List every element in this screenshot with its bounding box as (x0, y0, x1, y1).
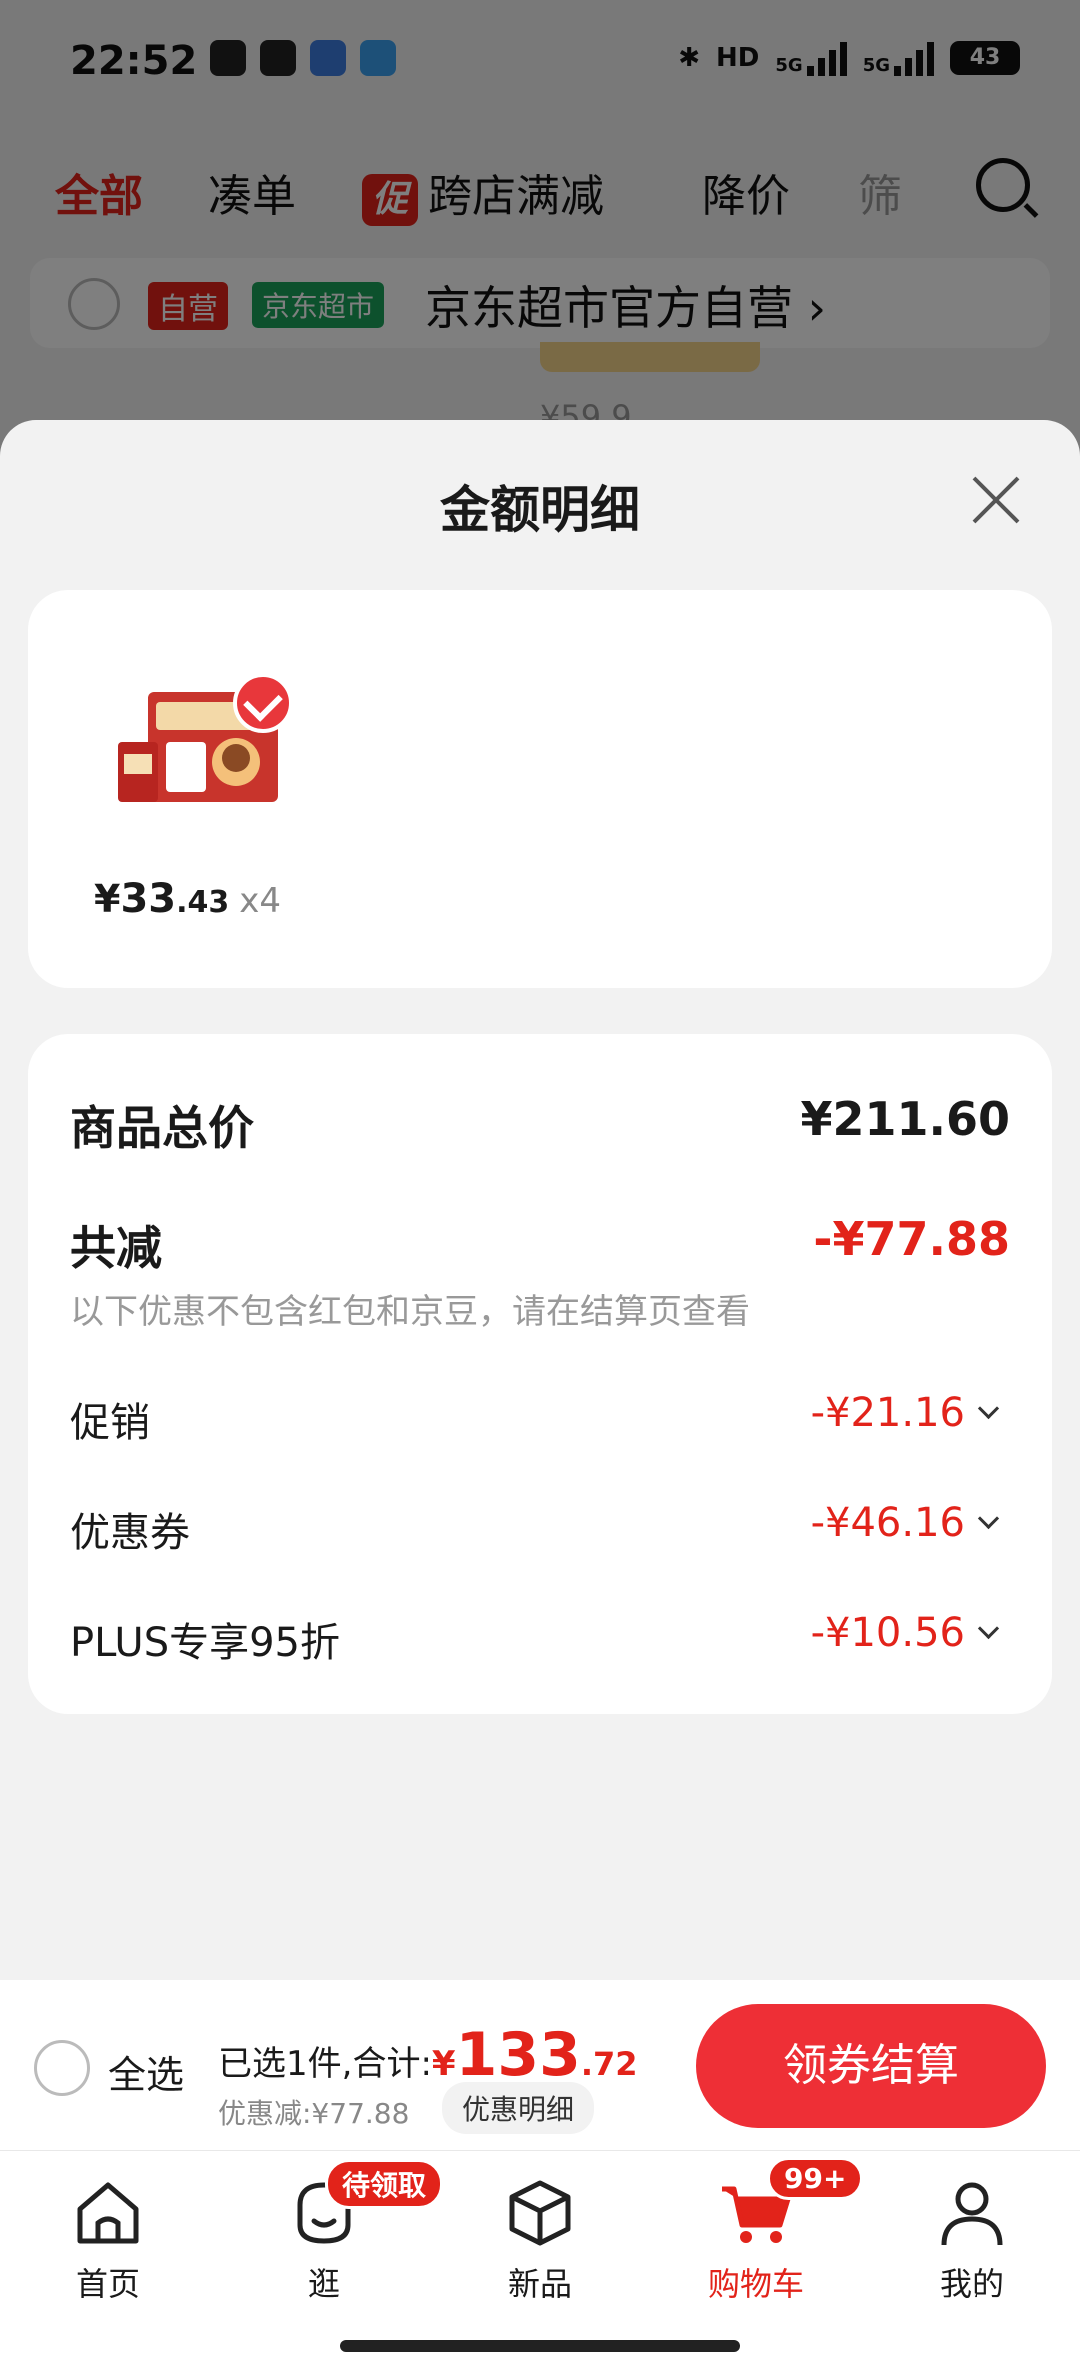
discount-note: 以下优惠不包含红包和京豆，请在结算页查看 (70, 1292, 750, 1332)
discount-value: -¥77.88 (813, 1212, 1010, 1266)
total-value: ¥211.60 (800, 1092, 1010, 1146)
watermark-url: zhizhizhi.com (893, 2346, 1056, 2374)
select-all-radio[interactable] (34, 2040, 90, 2096)
plus-discount-row[interactable]: PLUS专享95折 -¥10.56 (70, 1610, 1010, 1670)
user-icon (941, 2182, 1003, 2246)
promotion-label: 促销 (70, 1400, 150, 1446)
checkout-bar: 全选 已选1件,合计:¥133.72 优惠减:¥77.88 优惠明细 领券结算 (0, 1980, 1080, 2150)
promotion-value: -¥21.16 (810, 1390, 965, 1436)
item-price: ¥33.43 x4 (94, 876, 282, 922)
chevron-down-icon (977, 1397, 1000, 1420)
saved-amount: 优惠减:¥77.88 (218, 2097, 410, 2130)
plus-discount-value: -¥10.56 (810, 1610, 965, 1656)
home-indicator[interactable] (340, 2340, 740, 2352)
price-breakdown-card: 商品总价 ¥211.60 共减 -¥77.88 以下优惠不包含红包和京豆，请在结… (28, 1034, 1052, 1714)
checkout-button[interactable]: 领券结算 (696, 2004, 1046, 2128)
cube-icon (509, 2180, 571, 2246)
tab-cart[interactable]: 购物车 99+ (681, 2157, 864, 2305)
sheet-title: 金额明细 (440, 481, 640, 539)
discount-label: 共减 (70, 1221, 162, 1275)
tab-home[interactable]: 首页 (33, 2175, 183, 2305)
chevron-down-icon (977, 1617, 1000, 1640)
selected-check-icon (233, 673, 293, 733)
tab-browse[interactable]: 逛 待领取 (249, 2159, 444, 2305)
total-row: 商品总价 ¥211.60 (70, 1092, 1010, 1155)
chevron-down-icon (977, 1507, 1000, 1530)
coupon-value: -¥46.16 (810, 1500, 965, 1546)
plus-discount-label: PLUS专享95折 (70, 1620, 340, 1666)
discount-row: 共减 -¥77.88 (70, 1212, 1010, 1275)
coupon-row[interactable]: 优惠券 -¥46.16 (70, 1500, 1010, 1560)
amount-detail-sheet: 金额明细 ¥33.43 x4 商品总价 ¥211.60 共减 -¥77.88 以下… (0, 420, 1080, 1980)
coupon-label: 优惠券 (70, 1510, 190, 1556)
close-icon[interactable] (968, 472, 1024, 528)
tab-new[interactable]: 新品 (465, 2175, 615, 2305)
goods-card: ¥33.43 x4 (28, 590, 1052, 988)
select-all-label[interactable]: 全选 (108, 2044, 184, 2099)
home-icon (77, 2182, 139, 2244)
total-summary: 已选1件,合计:¥133.72 (218, 2020, 638, 2090)
watermark-logo: 值值值 (912, 2289, 1056, 2343)
item-quantity: x4 (239, 881, 282, 921)
total-label: 商品总价 (70, 1101, 254, 1155)
cart-count-badge: 99+ (767, 2157, 864, 2200)
discount-detail-button[interactable]: 优惠明细 (442, 2082, 595, 2134)
pending-claim-badge: 待领取 (325, 2159, 444, 2209)
promotion-row[interactable]: 促销 -¥21.16 (70, 1390, 1010, 1450)
watermark: 值值值 zhizhizhi.com (894, 2280, 1056, 2374)
